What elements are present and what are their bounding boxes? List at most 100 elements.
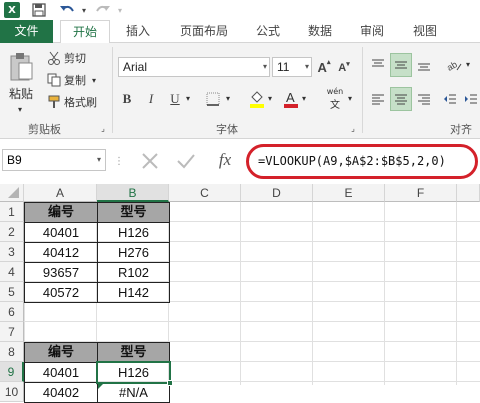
table-cell[interactable]: 40401 [24, 362, 98, 383]
decrease-font-icon[interactable]: A ▾ [336, 60, 352, 76]
phonetic-guide-icon[interactable]: wén 文 [322, 87, 348, 111]
tab-review[interactable]: 审阅 [352, 20, 392, 43]
align-center-icon[interactable] [390, 87, 412, 111]
table-cell[interactable]: 40402 [24, 382, 98, 403]
paste-icon[interactable] [6, 51, 36, 83]
copy-button[interactable]: 复制 [64, 72, 86, 90]
ribbon-separator [112, 47, 113, 133]
clipboard-launcher-icon[interactable]: ⌟ [98, 123, 108, 133]
cut-button[interactable]: 剪切 [64, 50, 86, 68]
phonetic-dropdown-icon[interactable]: ▾ [348, 90, 352, 108]
name-box[interactable]: B9 ▾ [2, 149, 106, 171]
tab-home[interactable]: 开始 [60, 20, 110, 44]
bold-button[interactable]: B [118, 89, 136, 109]
table-header-cell[interactable]: 编号 [24, 342, 98, 363]
row-header-10[interactable]: 10 [0, 382, 24, 402]
font-size-dropdown-icon[interactable]: ▾ [305, 58, 309, 76]
increase-indent-icon[interactable] [462, 89, 480, 109]
font-name-combo[interactable]: Arial ▾ [118, 57, 270, 77]
enter-icon[interactable] [174, 149, 198, 173]
table-header-cell[interactable]: 编号 [24, 202, 98, 223]
align-bottom-icon[interactable] [414, 55, 434, 75]
fill-color-dropdown-icon[interactable]: ▾ [268, 90, 272, 108]
tab-file[interactable]: 文件 [0, 20, 53, 43]
table-cell[interactable]: 40401 [24, 222, 98, 243]
table-cell[interactable]: H142 [97, 282, 170, 303]
row-header-2[interactable]: 2 [0, 222, 24, 242]
formula-input[interactable]: =VLOOKUP(A9,$A$2:$B$5,2,0) [252, 150, 480, 172]
orientation-dropdown-icon[interactable]: ▾ [466, 56, 470, 74]
orientation-icon[interactable]: ab [444, 55, 464, 75]
undo-icon[interactable] [58, 1, 76, 19]
decrease-indent-icon[interactable] [440, 89, 460, 109]
font-size-combo[interactable]: 11 ▾ [272, 57, 312, 77]
column-header-c[interactable]: C [169, 184, 241, 202]
align-left-icon[interactable] [368, 89, 388, 109]
title-bar: X ▾ ▾ [0, 0, 480, 20]
row-header-8[interactable]: 8 [0, 342, 24, 362]
column-header-g[interactable] [457, 184, 480, 202]
font-name-value: Arial [123, 60, 148, 74]
font-launcher-icon[interactable]: ⌟ [348, 123, 358, 133]
phonetic-guide-label: wén [326, 87, 344, 96]
formula-bar-grip-icon[interactable]: ⋮ [114, 151, 124, 171]
row-header-5[interactable]: 5 [0, 282, 24, 302]
increase-font-icon[interactable]: A ▴ [316, 58, 332, 76]
column-header-b[interactable]: B [97, 184, 169, 202]
row-header-3[interactable]: 3 [0, 242, 24, 262]
table-cell[interactable]: #N/A [97, 382, 170, 403]
row-header-9[interactable]: 9 [0, 362, 24, 382]
table-cell[interactable]: 40572 [24, 282, 98, 303]
row-header-6[interactable]: 6 [0, 302, 24, 322]
row-header-7[interactable]: 7 [0, 322, 24, 342]
copy-icon[interactable] [46, 72, 62, 88]
cut-icon[interactable] [46, 50, 62, 66]
ribbon-separator [362, 47, 363, 133]
undo-dropdown-icon[interactable]: ▾ [79, 4, 89, 16]
column-header-f[interactable]: F [385, 184, 457, 202]
underline-button[interactable]: U [166, 89, 184, 109]
fill-color-icon[interactable] [248, 88, 266, 110]
underline-dropdown-icon[interactable]: ▾ [186, 90, 190, 108]
align-top-icon[interactable] [368, 55, 388, 75]
tab-insert[interactable]: 插入 [118, 20, 158, 43]
redo-icon[interactable] [94, 1, 112, 19]
row-header-1[interactable]: 1 [0, 202, 24, 222]
fill-handle[interactable] [167, 380, 173, 386]
tab-data[interactable]: 数据 [300, 20, 340, 43]
ribbon-home: 粘贴 ▾ 剪切 复制 ▾ 格式刷 剪贴板 ⌟ Arial ▾ 11 ▾ A ▴ A… [0, 43, 480, 152]
align-right-icon[interactable] [414, 89, 434, 109]
column-header-e[interactable]: E [313, 184, 385, 202]
format-painter-icon[interactable] [46, 94, 62, 110]
row-header-4[interactable]: 4 [0, 262, 24, 282]
select-all-corner[interactable] [0, 184, 24, 202]
align-middle-icon[interactable] [390, 53, 412, 77]
redo-dropdown-icon[interactable]: ▾ [115, 4, 125, 16]
copy-dropdown-icon[interactable]: ▾ [92, 72, 96, 90]
format-painter-button[interactable]: 格式刷 [64, 94, 97, 112]
font-color-dropdown-icon[interactable]: ▾ [302, 90, 306, 108]
table-cell[interactable]: 93657 [24, 262, 98, 283]
table-cell[interactable]: 40412 [24, 242, 98, 263]
excel-app-icon[interactable]: X [4, 2, 20, 18]
table-cell[interactable]: H126 [97, 222, 170, 243]
cancel-icon[interactable] [138, 149, 162, 173]
column-header-a[interactable]: A [24, 184, 97, 202]
table-cell[interactable]: R102 [97, 262, 170, 283]
insert-function-icon[interactable]: fx [212, 148, 238, 172]
table-header-cell[interactable]: 型号 [97, 202, 170, 223]
paste-dropdown-icon[interactable]: ▾ [18, 101, 22, 119]
name-box-dropdown-icon[interactable]: ▾ [97, 150, 101, 170]
italic-button[interactable]: I [142, 89, 160, 109]
font-name-dropdown-icon[interactable]: ▾ [263, 58, 267, 76]
table-header-cell[interactable]: 型号 [97, 342, 170, 363]
column-header-d[interactable]: D [241, 184, 313, 202]
tab-view[interactable]: 视图 [405, 20, 445, 43]
table-cell[interactable]: H276 [97, 242, 170, 263]
tab-page-layout[interactable]: 页面布局 [172, 20, 236, 43]
save-icon[interactable] [30, 1, 48, 19]
borders-dropdown-icon[interactable]: ▾ [226, 90, 230, 108]
borders-icon[interactable] [204, 90, 222, 108]
font-color-icon[interactable]: A [282, 88, 300, 110]
tab-formulas[interactable]: 公式 [248, 20, 288, 43]
